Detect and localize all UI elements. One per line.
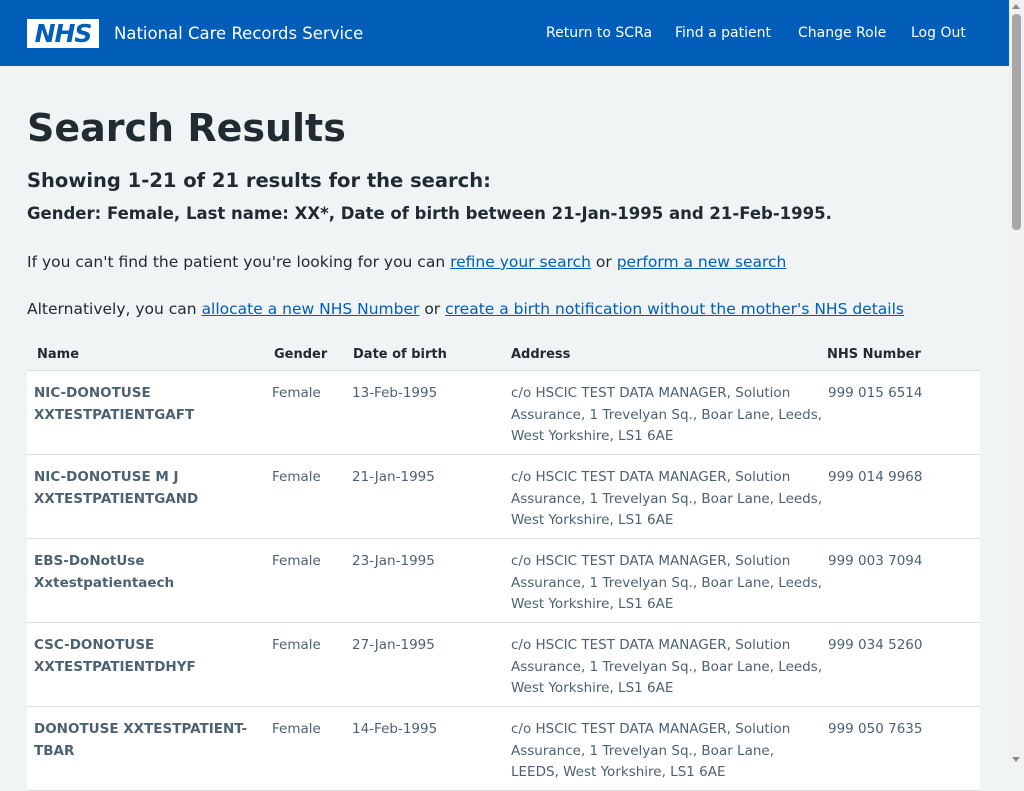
- table-row[interactable]: CSC-DONOTUSE XXTESTPATIENTDHYF Female 27…: [27, 623, 980, 707]
- alt-text-mid: or: [419, 300, 446, 318]
- patient-name-link[interactable]: DONOTUSE XXTESTPATIENT-TBAR: [34, 719, 249, 762]
- patient-name-link[interactable]: NIC-DONOTUSE XXTESTPATIENTGAFT: [34, 383, 249, 426]
- column-header-address: Address: [511, 347, 571, 362]
- table-row[interactable]: DONOTUSE XXTESTPATIENT-TBAR Female 14-Fe…: [27, 707, 980, 791]
- service-name[interactable]: National Care Records Service: [114, 22, 363, 46]
- patient-name-link[interactable]: EBS-DoNotUse Xxtestpatientaech: [34, 551, 249, 594]
- page-title: Search Results: [27, 106, 346, 150]
- refine-paragraph: If you can't find the patient you're loo…: [27, 250, 786, 274]
- nhs-logo-text: NHS: [34, 19, 93, 48]
- alternative-paragraph: Alternatively, you can allocate a new NH…: [27, 297, 904, 321]
- patient-address: c/o HSCIC TEST DATA MANAGER, Solution As…: [511, 385, 823, 444]
- patient-address: c/o HSCIC TEST DATA MANAGER, Solution As…: [511, 637, 823, 696]
- site-header: NHS National Care Records Service Return…: [0, 0, 1009, 66]
- vertical-scrollbar[interactable]: [1009, 0, 1024, 768]
- column-header-dob: Date of birth: [353, 347, 447, 362]
- search-criteria: Gender: Female, Last name: XX*, Date of …: [27, 204, 832, 223]
- scroll-thumb[interactable]: [1012, 14, 1021, 230]
- table-row[interactable]: EBS-DoNotUse Xxtestpatientaech Female 23…: [27, 539, 980, 623]
- patient-nhs-number: 999 003 7094: [828, 553, 923, 569]
- patient-nhs-number: 999 034 5260: [828, 637, 923, 653]
- results-table-header: Name Gender Date of birth Address NHS Nu…: [27, 340, 980, 372]
- patient-dob: 13-Feb-1995: [352, 385, 438, 401]
- patient-address: c/o HSCIC TEST DATA MANAGER, Solution As…: [511, 553, 823, 612]
- nav-find-a-patient[interactable]: Find a patient: [675, 23, 771, 43]
- patient-dob: 21-Jan-1995: [352, 469, 435, 485]
- nav-return-to-scra[interactable]: Return to SCRa: [546, 23, 652, 43]
- table-row[interactable]: NIC-DONOTUSE M J XXTESTPATIENTGAND Femal…: [27, 455, 980, 539]
- refine-text-mid: or: [590, 253, 617, 271]
- patient-nhs-number: 999 050 7635: [828, 721, 923, 737]
- refine-search-link[interactable]: refine your search: [450, 253, 591, 271]
- patient-dob: 23-Jan-1995: [352, 553, 435, 569]
- nav-change-role[interactable]: Change Role: [798, 23, 886, 43]
- patient-nhs-number: 999 014 9968: [828, 469, 923, 485]
- patient-nhs-number: 999 015 6514: [828, 385, 923, 401]
- scroll-up-arrow-icon[interactable]: [1012, 4, 1020, 9]
- patient-dob: 27-Jan-1995: [352, 637, 435, 653]
- nhs-logo[interactable]: NHS: [27, 19, 99, 48]
- allocate-nhs-number-link[interactable]: allocate a new NHS Number: [202, 300, 420, 318]
- table-row[interactable]: NIC-DONOTUSE XXTESTPATIENTGAFT Female 13…: [27, 371, 980, 455]
- column-header-name: Name: [37, 347, 80, 362]
- column-header-nhs-number: NHS Number: [827, 347, 921, 362]
- patient-gender: Female: [272, 721, 321, 737]
- patient-address: c/o HSCIC TEST DATA MANAGER, Solution As…: [511, 721, 791, 780]
- alt-text-before: Alternatively, you can: [27, 300, 202, 318]
- new-search-link[interactable]: perform a new search: [617, 253, 787, 271]
- scroll-down-arrow-icon[interactable]: [1012, 757, 1020, 762]
- patient-gender: Female: [272, 553, 321, 569]
- birth-notification-link[interactable]: create a birth notification without the …: [445, 300, 904, 318]
- patient-address: c/o HSCIC TEST DATA MANAGER, Solution As…: [511, 469, 823, 528]
- patient-dob: 14-Feb-1995: [352, 721, 438, 737]
- patient-gender: Female: [272, 637, 321, 653]
- patient-gender: Female: [272, 469, 321, 485]
- results-summary: Showing 1-21 of 21 results for the searc…: [27, 169, 491, 192]
- patient-gender: Female: [272, 385, 321, 401]
- nav-log-out[interactable]: Log Out: [911, 23, 966, 43]
- results-table-body: NIC-DONOTUSE XXTESTPATIENTGAFT Female 13…: [27, 371, 980, 791]
- column-header-gender: Gender: [274, 347, 328, 362]
- patient-name-link[interactable]: NIC-DONOTUSE M J XXTESTPATIENTGAND: [34, 467, 249, 510]
- patient-name-link[interactable]: CSC-DONOTUSE XXTESTPATIENTDHYF: [34, 635, 249, 678]
- refine-text-before: If you can't find the patient you're loo…: [27, 253, 451, 271]
